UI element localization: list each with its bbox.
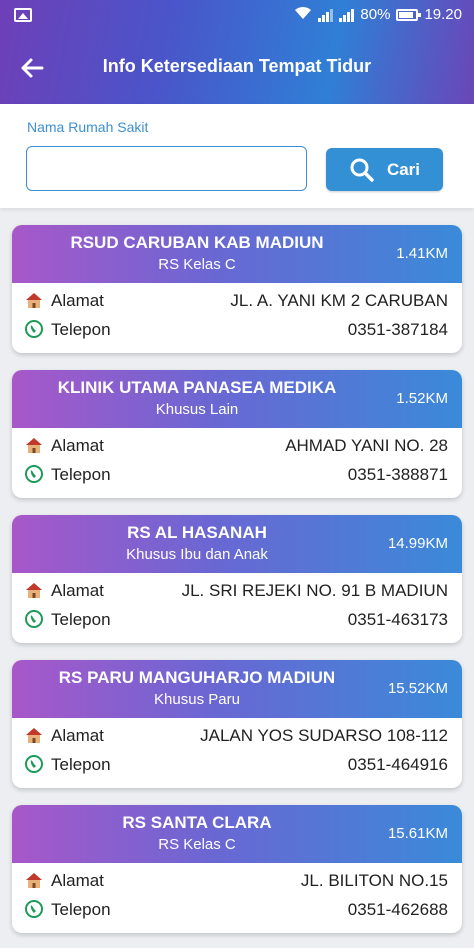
phone-row: Telepon 0351-387184 bbox=[12, 316, 462, 345]
signal-2-icon bbox=[339, 8, 355, 22]
signal-1-icon bbox=[318, 8, 334, 22]
phone-label: Telepon bbox=[51, 320, 111, 339]
house-icon bbox=[26, 293, 42, 308]
address-row: Alamat JL. BILITON NO.15 bbox=[12, 867, 462, 896]
search-panel: Nama Rumah Sakit Cari bbox=[0, 104, 474, 208]
phone-icon bbox=[25, 610, 43, 628]
hospital-type: Khusus Lain bbox=[155, 401, 239, 418]
status-bar: 80% 19.20 bbox=[0, 0, 474, 32]
hospital-name: RS PARU MANGUHARJO MADIUN bbox=[58, 668, 336, 687]
hospital-card-header: RS AL HASANAH Khusus Ibu dan Anak 14.99K… bbox=[12, 515, 462, 573]
hospital-card-header: RSUD CARUBAN KAB MADIUN RS Kelas C 1.41K… bbox=[12, 225, 462, 283]
hospital-type: Khusus Ibu dan Anak bbox=[126, 546, 268, 563]
hospital-distance: 1.41KM bbox=[396, 245, 448, 262]
status-indicators: 80% 19.20 bbox=[294, 6, 462, 23]
phone-row: Telepon 0351-388871 bbox=[12, 461, 462, 490]
hospital-distance: 1.52KM bbox=[396, 390, 448, 407]
address-label: Alamat bbox=[51, 436, 104, 455]
address-label: Alamat bbox=[51, 726, 104, 745]
address-row: Alamat JALAN YOS SUDARSO 108-112 bbox=[12, 722, 462, 751]
battery-icon bbox=[396, 8, 422, 21]
hospital-distance: 15.52KM bbox=[387, 680, 448, 697]
hospital-distance: 15.61KM bbox=[387, 825, 448, 842]
phone-value: 0351-463173 bbox=[347, 610, 448, 629]
address-row: Alamat AHMAD YANI NO. 28 bbox=[12, 432, 462, 461]
address-label: Alamat bbox=[51, 291, 104, 310]
hospital-type: RS Kelas C bbox=[158, 836, 236, 853]
address-value: JALAN YOS SUDARSO 108-112 bbox=[200, 726, 448, 745]
search-button[interactable]: Cari bbox=[326, 148, 443, 191]
hospital-name: RSUD CARUBAN KAB MADIUN bbox=[70, 233, 324, 252]
phone-icon bbox=[25, 465, 43, 483]
header-background: 80% 19.20 Info Ketersediaan Tempat Tidur bbox=[0, 0, 474, 104]
address-label: Alamat bbox=[51, 581, 104, 600]
house-icon bbox=[26, 438, 42, 453]
address-value: JL. BILITON NO.15 bbox=[300, 871, 448, 890]
address-value: JL. SRI REJEKI NO. 91 B MADIUN bbox=[181, 581, 448, 600]
house-icon bbox=[26, 728, 42, 743]
hospital-type: RS Kelas C bbox=[158, 256, 236, 273]
phone-row: Telepon 0351-463173 bbox=[12, 606, 462, 635]
phone-icon bbox=[25, 755, 43, 773]
hospital-name: RS SANTA CLARA bbox=[122, 813, 272, 832]
app-bar: Info Ketersediaan Tempat Tidur bbox=[0, 32, 474, 104]
phone-value: 0351-464916 bbox=[347, 755, 448, 774]
hospital-card-header: KLINIK UTAMA PANASEA MEDIKA Khusus Lain … bbox=[12, 370, 462, 428]
address-row: Alamat JL. SRI REJEKI NO. 91 B MADIUN bbox=[12, 577, 462, 606]
address-label: Alamat bbox=[51, 871, 104, 890]
address-row: Alamat JL. A. YANI KM 2 CARUBAN bbox=[12, 287, 462, 316]
phone-row: Telepon 0351-462688 bbox=[12, 896, 462, 925]
address-value: AHMAD YANI NO. 28 bbox=[285, 436, 448, 455]
hospital-card[interactable]: RSUD CARUBAN KAB MADIUN RS Kelas C 1.41K… bbox=[12, 225, 462, 353]
wifi-icon bbox=[294, 6, 312, 23]
hospital-type: Khusus Paru bbox=[154, 691, 240, 708]
hospital-name: KLINIK UTAMA PANASEA MEDIKA bbox=[57, 378, 337, 397]
hospital-card[interactable]: RS SANTA CLARA RS Kelas C 15.61KM Alamat… bbox=[12, 805, 462, 933]
phone-label: Telepon bbox=[51, 610, 111, 629]
search-button-label: Cari bbox=[386, 159, 421, 179]
phone-value: 0351-388871 bbox=[347, 465, 448, 484]
hospital-name: RS AL HASANAH bbox=[127, 523, 267, 542]
clock: 19.20 bbox=[424, 6, 462, 23]
hospital-card[interactable]: KLINIK UTAMA PANASEA MEDIKA Khusus Lain … bbox=[12, 370, 462, 498]
hospital-distance: 14.99KM bbox=[387, 535, 448, 552]
hospital-card-header: RS PARU MANGUHARJO MADIUN Khusus Paru 15… bbox=[12, 660, 462, 718]
phone-icon bbox=[25, 320, 43, 338]
phone-label: Telepon bbox=[51, 755, 111, 774]
phone-icon bbox=[25, 900, 43, 918]
hospital-card-header: RS SANTA CLARA RS Kelas C 15.61KM bbox=[12, 805, 462, 863]
house-icon bbox=[26, 583, 42, 598]
house-icon bbox=[26, 873, 42, 888]
page-title: Info Ketersediaan Tempat Tidur bbox=[102, 56, 372, 76]
phone-label: Telepon bbox=[51, 900, 111, 919]
phone-value: 0351-462688 bbox=[347, 900, 448, 919]
search-label: Nama Rumah Sakit bbox=[27, 119, 149, 135]
gallery-icon bbox=[14, 8, 32, 22]
search-icon bbox=[350, 158, 374, 182]
phone-value: 0351-387184 bbox=[347, 320, 448, 339]
address-value: JL. A. YANI KM 2 CARUBAN bbox=[230, 291, 448, 310]
phone-row: Telepon 0351-464916 bbox=[12, 751, 462, 780]
battery-percent: 80% bbox=[360, 6, 391, 23]
search-input[interactable] bbox=[26, 146, 307, 191]
phone-label: Telepon bbox=[51, 465, 111, 484]
hospital-card[interactable]: RS PARU MANGUHARJO MADIUN Khusus Paru 15… bbox=[12, 660, 462, 788]
hospital-card[interactable]: RS AL HASANAH Khusus Ibu dan Anak 14.99K… bbox=[12, 515, 462, 643]
